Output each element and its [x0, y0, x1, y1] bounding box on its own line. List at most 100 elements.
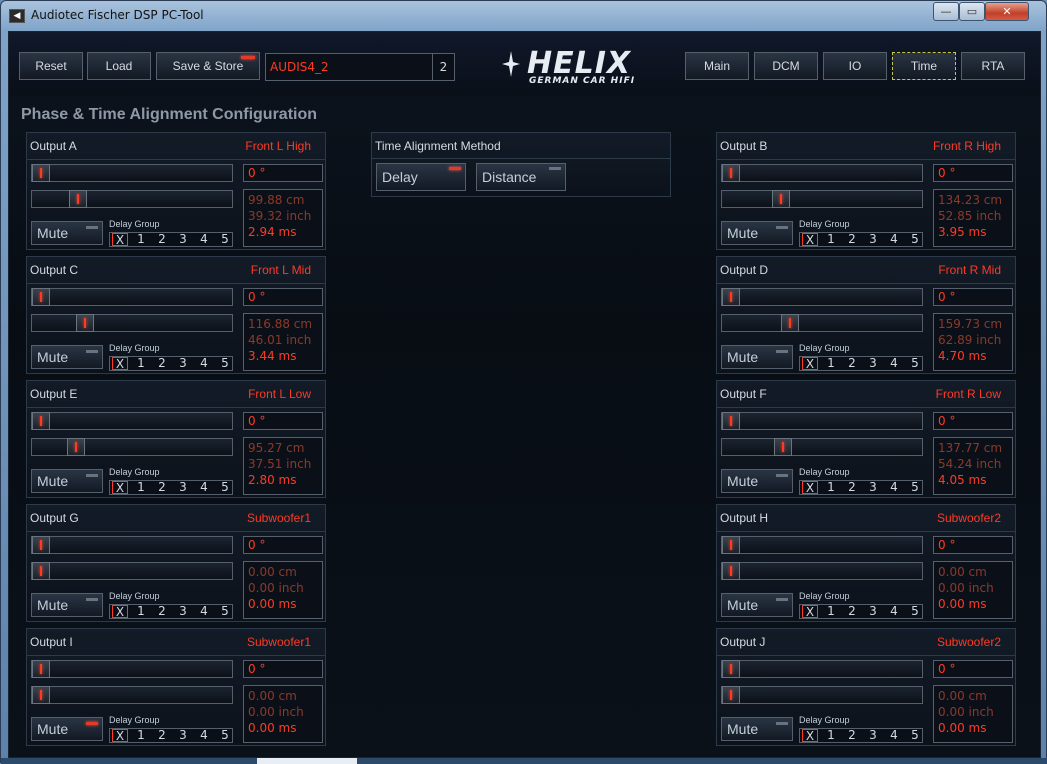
delay-slider-thumb[interactable] [69, 190, 87, 208]
delay-group-option[interactable]: 4 [196, 481, 212, 494]
phase-slider-thumb[interactable] [32, 412, 50, 430]
delay-group-option[interactable]: 2 [844, 605, 860, 618]
delay-group-option[interactable]: 3 [175, 605, 191, 618]
phase-value[interactable]: 0 ° [243, 412, 323, 430]
phase-slider[interactable] [721, 412, 923, 430]
phase-slider[interactable] [31, 164, 233, 182]
delay-group-option[interactable]: 2 [844, 357, 860, 370]
phase-slider[interactable] [721, 164, 923, 182]
maximize-button[interactable]: ▭ [959, 2, 985, 21]
delay-group-option[interactable]: X [802, 605, 818, 619]
delay-group-option[interactable]: 2 [154, 729, 170, 742]
delay-ms[interactable]: 0.00 ms [938, 596, 1008, 612]
delay-group-option[interactable]: 4 [196, 357, 212, 370]
tab-io[interactable]: IO [823, 52, 887, 80]
delay-group-option[interactable]: 4 [196, 233, 212, 246]
delay-group-option[interactable]: 4 [886, 605, 902, 618]
mute-button[interactable]: Mute [721, 345, 793, 369]
delay-group-option[interactable]: 5 [907, 481, 923, 494]
delay-group-option[interactable]: 1 [823, 605, 839, 618]
delay-group-option[interactable]: 4 [196, 605, 212, 618]
delay-group-option[interactable]: 5 [217, 357, 233, 370]
delay-ms[interactable]: 3.95 ms [938, 224, 1008, 240]
delay-group-option[interactable]: 2 [154, 233, 170, 246]
delay-group-option[interactable]: 1 [133, 481, 149, 494]
delay-group-option[interactable]: X [112, 357, 128, 371]
delay-group-option[interactable]: 1 [133, 605, 149, 618]
delay-slider-thumb[interactable] [781, 314, 799, 332]
delay-slider-thumb[interactable] [774, 438, 792, 456]
delay-group-option[interactable]: 4 [886, 481, 902, 494]
phase-slider-thumb[interactable] [32, 164, 50, 182]
delay-group-option[interactable]: 3 [175, 481, 191, 494]
delay-group-option[interactable]: 3 [865, 233, 881, 246]
delay-slider-thumb[interactable] [722, 562, 740, 580]
delay-group-option[interactable]: 1 [133, 233, 149, 246]
phase-slider[interactable] [31, 660, 233, 678]
delay-slider-thumb[interactable] [32, 686, 50, 704]
delay-group-option[interactable]: 5 [217, 481, 233, 494]
delay-group-option[interactable]: X [112, 233, 128, 247]
delay-group-option[interactable]: 4 [196, 729, 212, 742]
delay-group-option[interactable]: X [802, 729, 818, 743]
delay-group-option[interactable]: X [802, 233, 818, 247]
delay-group-option[interactable]: X [112, 481, 128, 495]
phase-slider-thumb[interactable] [722, 288, 740, 306]
delay-slider[interactable] [721, 190, 923, 208]
preset-field[interactable]: AUDIS4_2 2 [265, 53, 455, 81]
delay-slider[interactable] [31, 438, 233, 456]
delay-group-option[interactable]: 5 [907, 357, 923, 370]
delay-slider[interactable] [721, 562, 923, 580]
tab-rta[interactable]: RTA [961, 52, 1025, 80]
delay-slider[interactable] [31, 562, 233, 580]
delay-group-option[interactable]: 3 [175, 729, 191, 742]
delay-group-option[interactable]: 1 [823, 233, 839, 246]
delay-ms[interactable]: 4.05 ms [938, 472, 1008, 488]
mute-button[interactable]: Mute [31, 469, 103, 493]
delay-group-option[interactable]: 1 [823, 357, 839, 370]
phase-slider-thumb[interactable] [722, 660, 740, 678]
delay-group-option[interactable]: X [112, 605, 128, 619]
delay-group-option[interactable]: X [802, 481, 818, 495]
delay-group-option[interactable]: 1 [823, 481, 839, 494]
delay-group-option[interactable]: 1 [133, 729, 149, 742]
delay-method-button[interactable]: Delay [376, 163, 466, 191]
mute-button[interactable]: Mute [31, 593, 103, 617]
delay-ms[interactable]: 0.00 ms [248, 596, 318, 612]
delay-group-option[interactable]: 5 [907, 233, 923, 246]
delay-group-option[interactable]: 2 [844, 481, 860, 494]
reset-button[interactable]: Reset [19, 52, 83, 80]
phase-slider-thumb[interactable] [32, 288, 50, 306]
delay-slider[interactable] [31, 314, 233, 332]
taskbar-item[interactable] [257, 758, 357, 764]
phase-slider-thumb[interactable] [722, 164, 740, 182]
delay-group-option[interactable]: 5 [907, 605, 923, 618]
delay-group-option[interactable]: 4 [886, 233, 902, 246]
delay-slider[interactable] [31, 190, 233, 208]
delay-ms[interactable]: 2.80 ms [248, 472, 318, 488]
phase-value[interactable]: 0 ° [933, 536, 1013, 554]
delay-slider[interactable] [721, 438, 923, 456]
delay-group-option[interactable]: 2 [154, 605, 170, 618]
phase-slider-thumb[interactable] [722, 412, 740, 430]
phase-value[interactable]: 0 ° [933, 660, 1013, 678]
phase-value[interactable]: 0 ° [243, 536, 323, 554]
delay-slider[interactable] [721, 314, 923, 332]
delay-group-option[interactable]: 5 [907, 729, 923, 742]
tab-dcm[interactable]: DCM [754, 52, 818, 80]
minimize-button[interactable]: — [933, 2, 959, 21]
delay-group-option[interactable]: 4 [886, 729, 902, 742]
delay-group-option[interactable]: 3 [865, 481, 881, 494]
phase-slider[interactable] [721, 288, 923, 306]
delay-ms[interactable]: 2.94 ms [248, 224, 318, 240]
delay-slider-thumb[interactable] [772, 190, 790, 208]
phase-slider[interactable] [31, 412, 233, 430]
delay-group-option[interactable]: 2 [844, 233, 860, 246]
delay-slider-thumb[interactable] [722, 686, 740, 704]
delay-group-option[interactable]: 3 [865, 357, 881, 370]
phase-value[interactable]: 0 ° [933, 164, 1013, 182]
mute-button[interactable]: Mute [721, 593, 793, 617]
delay-slider-thumb[interactable] [32, 562, 50, 580]
delay-group-option[interactable]: 1 [823, 729, 839, 742]
phase-slider-thumb[interactable] [722, 536, 740, 554]
